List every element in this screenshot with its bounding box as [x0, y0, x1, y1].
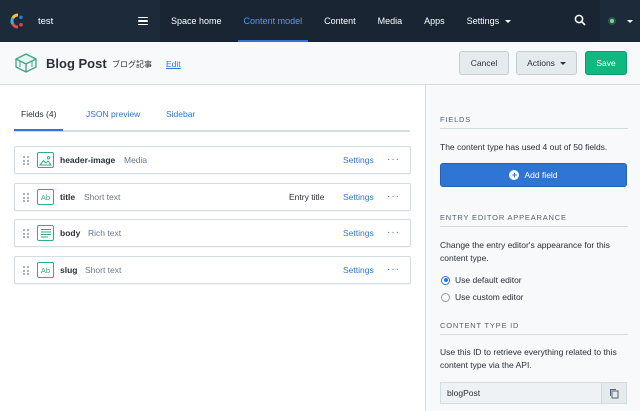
field-type: Short text [85, 265, 122, 275]
top-navigation: test Space home Content model Content Me… [0, 0, 640, 42]
field-row-slug[interactable]: Ab slug Short text Settings ··· [14, 256, 411, 284]
field-settings-link[interactable]: Settings [343, 265, 374, 275]
divider [440, 128, 628, 129]
contentful-logo-icon [10, 13, 26, 29]
field-type: Media [124, 155, 148, 165]
actions-button[interactable]: Actions [516, 51, 577, 75]
fields-heading: Fields [440, 115, 472, 124]
radio-custom-editor[interactable]: Use custom editor [441, 292, 524, 302]
drag-handle-icon[interactable] [23, 156, 29, 165]
nav-media[interactable]: Media [367, 0, 414, 42]
drag-handle-icon[interactable] [23, 266, 29, 275]
chevron-down-icon [626, 19, 633, 23]
main-nav: Space home Content model Content Media A… [160, 0, 522, 42]
nav-settings[interactable]: Settings [456, 0, 523, 42]
fields-panel: Fields (4) JSON preview Sidebar header-i… [0, 85, 425, 411]
nav-label: Content model [243, 16, 303, 26]
edit-link[interactable]: Edit [166, 59, 181, 69]
cancel-button[interactable]: Cancel [459, 51, 509, 75]
copy-button[interactable] [602, 382, 627, 404]
divider [440, 226, 628, 227]
radio-button[interactable] [441, 275, 450, 285]
plus-icon: + [509, 170, 520, 180]
tab-json-preview[interactable]: JSON preview [86, 109, 140, 119]
tab-bar: Fields (4) JSON preview Sidebar [13, 109, 410, 132]
nav-label: Settings [466, 16, 500, 26]
more-options-icon[interactable]: ··· [387, 154, 400, 165]
avatar [607, 17, 616, 25]
field-settings-link[interactable]: Settings [343, 228, 374, 238]
field-settings-link[interactable]: Settings [343, 155, 374, 165]
radio-label: Use default editor [455, 275, 522, 285]
tab-sidebar[interactable]: Sidebar [166, 109, 195, 119]
short-text-icon: Ab [37, 189, 54, 205]
field-name: header-image [60, 155, 116, 165]
chevron-down-icon [505, 19, 512, 23]
field-row-body[interactable]: body Rich text Settings ··· [14, 219, 411, 247]
entry-title-badge: Entry title [289, 192, 325, 202]
nav-apps[interactable]: Apps [413, 0, 456, 42]
content-type-id-field[interactable]: blogPost [440, 382, 602, 404]
account-menu[interactable] [600, 0, 640, 42]
content-type-icon [14, 52, 38, 74]
nav-label: Apps [424, 16, 445, 26]
radio-label: Use custom editor [455, 292, 524, 302]
cancel-label: Cancel [470, 58, 498, 68]
appearance-text: Change the entry editor's appearance for… [440, 240, 610, 263]
content-type-sidebar: Fields The content type has used 4 out o… [425, 85, 640, 411]
nav-content[interactable]: Content [313, 0, 367, 42]
space-name: test [38, 15, 54, 27]
field-row-header-image[interactable]: header-image Media Settings ··· [14, 146, 411, 174]
content-type-description: ブログ記事 [112, 60, 152, 69]
page-title: Blog Post [46, 56, 107, 71]
divider [440, 334, 628, 335]
short-text-icon: Ab [37, 262, 54, 278]
chevron-down-icon [559, 61, 566, 65]
save-label: Save [596, 58, 616, 68]
more-options-icon[interactable]: ··· [387, 227, 400, 238]
nav-label: Media [377, 16, 403, 26]
search-icon[interactable] [574, 14, 586, 26]
more-options-icon[interactable]: ··· [387, 264, 400, 275]
add-field-button[interactable]: + Add field [440, 163, 627, 187]
rich-text-icon [37, 225, 54, 241]
add-field-label: Add field [524, 170, 558, 180]
content-type-id-text: Use this ID to retrieve everything relat… [440, 347, 617, 370]
tab-fields[interactable]: Fields (4) [13, 109, 64, 131]
content-type-id-heading: Content type ID [440, 321, 520, 330]
actions-label: Actions [527, 58, 555, 68]
nav-content-model[interactable]: Content model [233, 0, 314, 42]
field-row-title[interactable]: Ab title Short text Entry title Settings… [14, 183, 411, 211]
field-type: Short text [84, 192, 121, 202]
field-settings-link[interactable]: Settings [343, 192, 374, 202]
media-icon [37, 152, 54, 168]
content-type-header: Blog Post ブログ記事 Edit Cancel Actions Save [0, 42, 640, 85]
menu-icon[interactable] [138, 16, 148, 26]
drag-handle-icon[interactable] [23, 193, 29, 202]
copy-icon [610, 388, 619, 398]
nav-label: Content [324, 16, 356, 26]
save-button[interactable]: Save [585, 51, 627, 75]
field-type: Rich text [88, 228, 122, 238]
field-name: slug [60, 265, 78, 275]
fields-usage-text: The content type has used 4 out of 50 fi… [440, 142, 608, 152]
field-name: body [60, 228, 81, 238]
drag-handle-icon[interactable] [23, 229, 29, 238]
radio-default-editor[interactable]: Use default editor [441, 275, 522, 285]
radio-button[interactable] [441, 292, 450, 302]
nav-space-home[interactable]: Space home [160, 0, 233, 42]
appearance-heading: Entry editor appearance [440, 213, 567, 222]
more-options-icon[interactable]: ··· [387, 191, 400, 202]
space-switcher[interactable]: test [0, 0, 160, 42]
nav-label: Space home [171, 16, 222, 26]
field-name: title [60, 192, 76, 202]
